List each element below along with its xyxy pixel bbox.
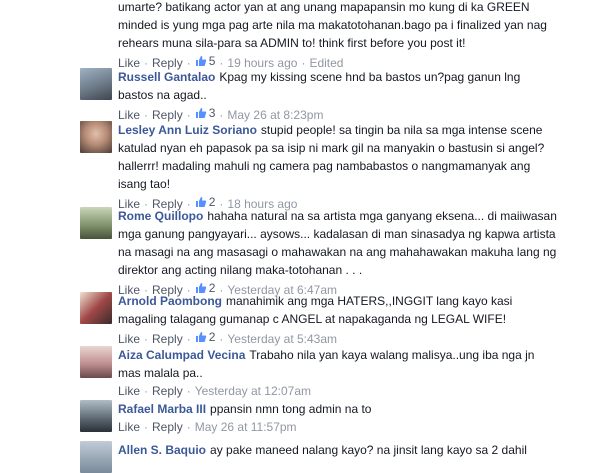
comment-text: Lesley Ann Luiz Soriano stupid people! sa… [118,123,545,191]
like-button[interactable]: Like [118,108,140,122]
avatar[interactable] [80,207,112,239]
reply-button[interactable]: Reply [152,384,183,398]
comment-text: Allen S. Baquio ay pake maneed nalang kay… [118,443,527,457]
avatar[interactable] [80,121,112,153]
avatar[interactable] [80,346,112,378]
author-name[interactable]: Lesley Ann Luiz Soriano [118,123,257,137]
comment-text: Rome Quillopo hahaha natural na sa artist… [118,209,557,277]
comment-text: Aiza Calumpad Vecina Trabaho nila yan kay… [118,348,535,380]
avatar[interactable] [80,292,112,324]
reply-button[interactable]: Reply [152,108,183,122]
likes-count[interactable]: 2 [195,328,215,346]
comment-text: Russell Gantalao Kpag my kissing scene hn… [118,70,521,102]
thumbs-up-icon [195,56,206,66]
timestamp[interactable]: Yesterday at 5:43am [227,332,337,346]
comment-actions: Like · Reply · Yesterday at 12:07am [118,384,312,398]
like-button[interactable]: Like [118,384,140,398]
like-button[interactable]: Like [118,420,140,434]
author-name[interactable]: Allen S. Baquio [118,443,206,457]
author-name[interactable]: Russell Gantalao [118,70,215,84]
author-name[interactable]: Arnold Paombong [118,294,222,308]
like-button[interactable]: Like [118,332,140,346]
author-name[interactable]: Aiza Calumpad Vecina [118,348,245,362]
avatar[interactable] [80,68,112,100]
timestamp[interactable]: May 26 at 11:57pm [195,420,297,434]
author-name[interactable]: Rome Quillopo [118,209,203,223]
thumbs-up-icon [195,332,206,342]
avatar[interactable] [80,441,112,473]
comment-actions: Like · Reply · May 26 at 11:57pm [118,420,297,434]
timestamp[interactable]: May 26 at 8:23pm [227,108,323,122]
comment-feed: umarte? batikang actor yan at ang unang … [0,0,614,473]
reply-button[interactable]: Reply [152,420,183,434]
author-name[interactable]: Rafael Marba III [118,402,206,416]
thumbs-up-icon [195,108,206,118]
reply-button[interactable]: Reply [152,332,183,346]
comment-actions: Like · Reply · 2 · Yesterday at 5:43am [118,328,338,346]
likes-count[interactable]: 3 [195,104,215,122]
comment-text: Rafael Marba III ppansin nmn tong admin n… [118,402,372,416]
comment-text: Arnold Paombong manahimik ang mga HATERS,… [118,294,513,326]
timestamp[interactable]: Yesterday at 12:07am [195,384,311,398]
comment-text: umarte? batikang actor yan at ang unang … [118,0,547,50]
avatar[interactable] [80,400,112,432]
scrollbar[interactable] [600,0,614,450]
